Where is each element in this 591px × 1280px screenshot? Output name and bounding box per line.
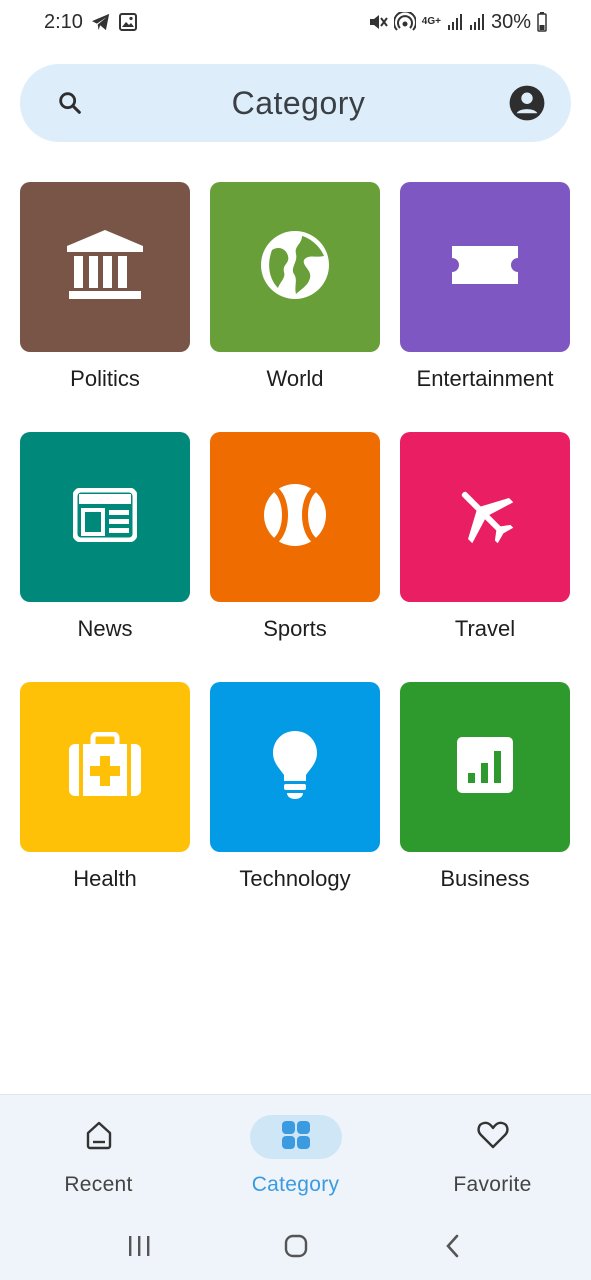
- lightbulb-icon: [270, 729, 320, 806]
- recents-icon[interactable]: [109, 1222, 169, 1270]
- bottom-navigation: Recent Category Favorite: [0, 1094, 591, 1212]
- category-label: Travel: [454, 616, 516, 641]
- status-right: 4G+ 30%: [368, 11, 547, 34]
- category-tile[interactable]: [20, 432, 190, 602]
- category-sports[interactable]: Sports: [210, 432, 380, 682]
- category-health[interactable]: Health: [20, 682, 190, 932]
- category-tile[interactable]: [210, 432, 380, 602]
- app-screen: 2:10 4G+ 30% Category Politics World Ent…: [0, 0, 591, 1280]
- newspaper-icon: [72, 487, 138, 547]
- category-tile[interactable]: [210, 182, 380, 352]
- category-label: Business: [440, 866, 530, 891]
- category-label: Entertainment: [416, 366, 554, 391]
- system-navigation: [0, 1212, 591, 1280]
- telegram-icon: [91, 13, 111, 31]
- back-icon[interactable]: [423, 1222, 483, 1270]
- medical-bag-icon: [67, 731, 143, 803]
- status-bar: 2:10 4G+ 30%: [0, 0, 591, 44]
- category-politics[interactable]: Politics: [20, 182, 190, 432]
- grid-icon: [280, 1119, 312, 1156]
- nav-item-favorite[interactable]: Favorite: [403, 1115, 583, 1197]
- nav-item-recent[interactable]: Recent: [9, 1115, 189, 1197]
- category-grid: Politics World Entertainment News Sports…: [20, 182, 571, 932]
- category-travel[interactable]: Travel: [400, 432, 570, 682]
- category-label: World: [266, 366, 324, 391]
- category-label: Politics: [70, 366, 140, 391]
- battery-icon: [537, 12, 547, 32]
- search-bar[interactable]: Category: [20, 64, 571, 142]
- network-type: 4G+: [421, 16, 441, 27]
- heart-icon: [476, 1120, 509, 1155]
- category-tile[interactable]: [20, 682, 190, 852]
- category-label: Sports: [263, 616, 327, 641]
- search-icon[interactable]: [50, 83, 90, 123]
- signal-icon-2: [469, 13, 485, 31]
- category-tile[interactable]: [210, 682, 380, 852]
- nav-label: Recent: [64, 1173, 133, 1196]
- nav-label: Favorite: [453, 1173, 532, 1196]
- globe-icon: [258, 228, 332, 307]
- nav-label: Category: [251, 1173, 340, 1196]
- category-label: Technology: [239, 866, 351, 891]
- airplane-icon: [452, 482, 518, 553]
- page-title: Category: [231, 84, 366, 121]
- mute-icon: [368, 12, 388, 32]
- category-label: News: [77, 616, 133, 641]
- gallery-icon: [118, 13, 137, 31]
- account-circle-icon[interactable]: [507, 83, 547, 123]
- category-entertainment[interactable]: Entertainment: [400, 182, 570, 432]
- baseball-icon: [262, 482, 328, 553]
- category-business[interactable]: Business: [400, 682, 570, 932]
- home-circle-icon[interactable]: [266, 1222, 326, 1270]
- signal-icon: [447, 13, 463, 31]
- category-tile[interactable]: [400, 682, 570, 852]
- hotspot-icon: [393, 12, 416, 32]
- battery-percent: 30%: [490, 10, 531, 33]
- category-tile[interactable]: [400, 182, 570, 352]
- bar-chart-icon: [455, 735, 515, 800]
- category-news[interactable]: News: [20, 432, 190, 682]
- category-technology[interactable]: Technology: [210, 682, 380, 932]
- nav-item-category[interactable]: Category: [206, 1115, 386, 1197]
- status-left: 2:10: [44, 11, 137, 34]
- category-world[interactable]: World: [210, 182, 380, 432]
- bank-icon: [65, 228, 145, 307]
- category-label: Health: [73, 866, 137, 891]
- home-icon: [83, 1119, 115, 1156]
- ticket-icon: [450, 244, 520, 291]
- category-tile[interactable]: [20, 182, 190, 352]
- status-time: 2:10: [44, 10, 83, 33]
- category-tile[interactable]: [400, 432, 570, 602]
